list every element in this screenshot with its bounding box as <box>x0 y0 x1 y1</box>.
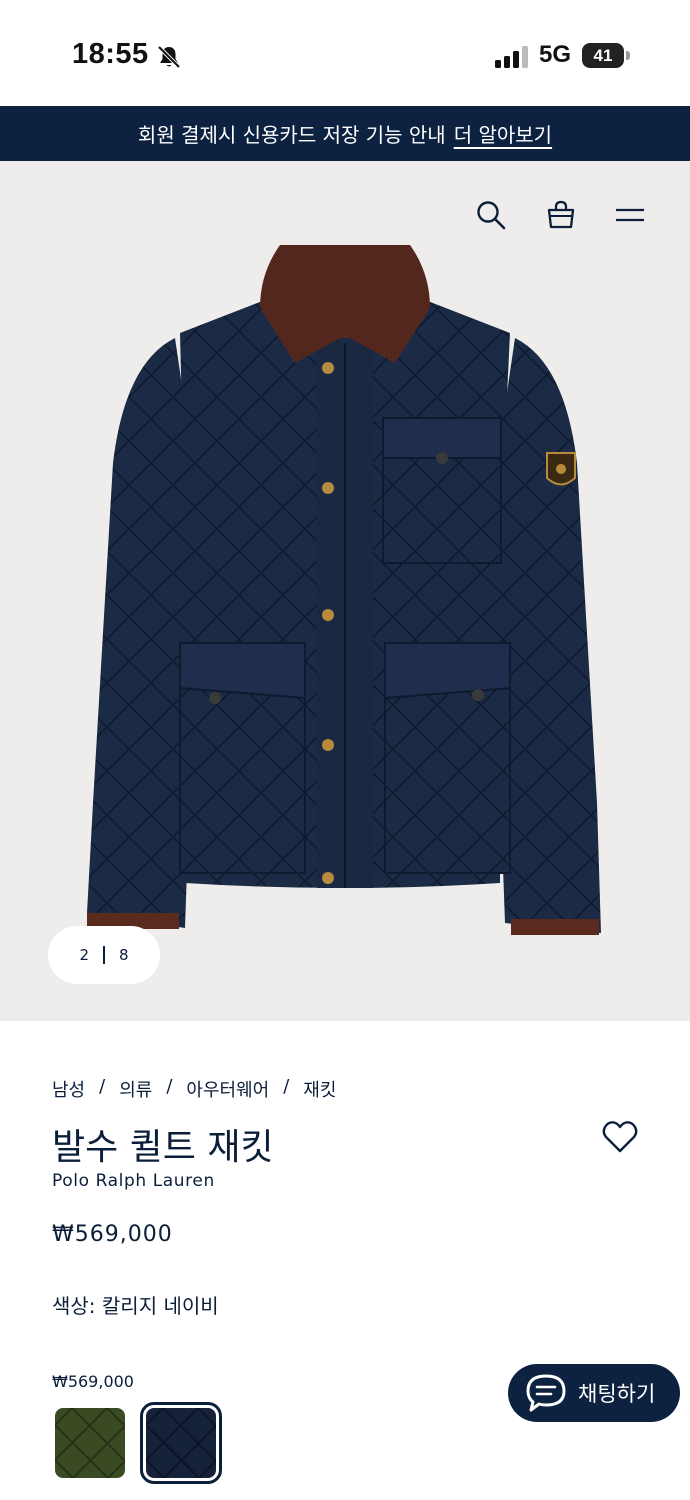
breadcrumb-clothing[interactable]: 의류 <box>119 1076 152 1102</box>
announcement-banner: 회원 결제시 신용카드 저장 기능 안내 더 알아보기 <box>0 106 690 161</box>
shopping-bag-icon[interactable] <box>545 199 577 231</box>
gallery-counter: 2 8 <box>48 926 160 984</box>
product-image-jacket <box>87 245 601 935</box>
status-time: 18:55 <box>72 38 149 70</box>
swatch-price: ₩569,000 <box>52 1372 134 1391</box>
breadcrumb-jackets[interactable]: 재킷 <box>303 1076 336 1102</box>
network-type: 5G <box>539 41 572 68</box>
chat-button[interactable]: 채팅하기 <box>508 1364 680 1422</box>
banner-learn-more-link[interactable]: 더 알아보기 <box>454 119 552 148</box>
banner-text: 회원 결제시 신용카드 저장 기능 안내 <box>137 123 446 147</box>
color-swatch-navy[interactable] <box>140 1402 222 1484</box>
selected-color-label: 색상: 칼리지 네이비 <box>52 1294 219 1318</box>
wishlist-heart-icon[interactable] <box>602 1120 638 1154</box>
breadcrumb-separator: / <box>99 1076 106 1097</box>
product-gallery[interactable]: 2 8 <box>0 161 690 1021</box>
breadcrumb: 남성 / 의류 / 아우터웨어 / 재킷 <box>52 1076 336 1102</box>
chat-bubble-icon <box>526 1374 566 1412</box>
breadcrumb-separator: / <box>283 1076 290 1097</box>
chat-label: 채팅하기 <box>578 1382 656 1406</box>
color-swatch-olive[interactable] <box>55 1408 125 1478</box>
counter-divider <box>103 946 105 964</box>
battery-level: 41 <box>582 43 624 68</box>
product-price: ₩569,000 <box>52 1222 173 1247</box>
gallery-total: 8 <box>119 946 129 964</box>
breadcrumb-men[interactable]: 남성 <box>52 1076 85 1102</box>
status-bar: 18:55 5G 41 <box>0 0 690 106</box>
hamburger-menu-icon[interactable] <box>614 199 646 231</box>
product-title: 발수 퀼트 재킷 <box>52 1127 274 1168</box>
battery-icon: 41 <box>582 43 630 68</box>
breadcrumb-separator: / <box>166 1076 173 1097</box>
search-icon[interactable] <box>475 199 507 231</box>
product-brand: Polo Ralph Lauren <box>52 1171 215 1191</box>
breadcrumb-outerwear[interactable]: 아우터웨어 <box>186 1076 269 1102</box>
bell-muted-icon <box>157 45 181 69</box>
cell-signal-icon <box>495 46 528 68</box>
gallery-current: 2 <box>79 946 89 964</box>
